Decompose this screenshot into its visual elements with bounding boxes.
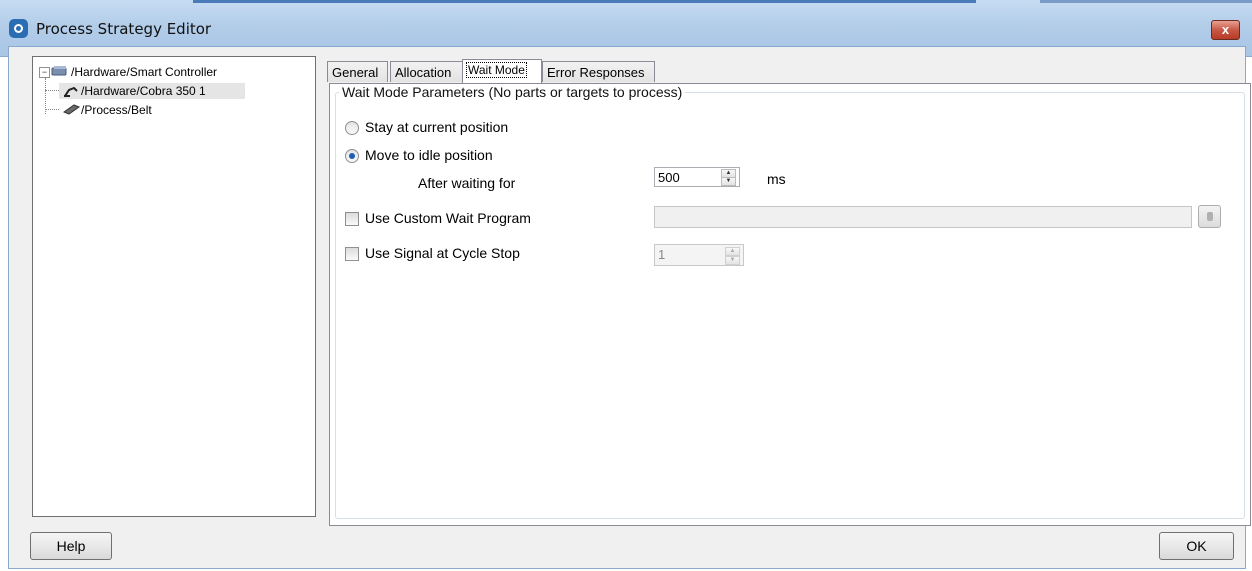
tree-item-cobra[interactable]: /Hardware/Cobra 350 1 — [59, 83, 245, 99]
tree-item-belt[interactable]: /Process/Belt — [59, 102, 245, 118]
custom-wait-program-checkbox[interactable] — [345, 212, 359, 226]
window-title: Process Strategy Editor — [36, 20, 212, 38]
top-strip — [193, 0, 976, 3]
browse-program-button — [1198, 205, 1221, 228]
signal-cycle-stop-label[interactable]: Use Signal at Cycle Stop — [365, 245, 520, 261]
dialog-client: − /Hardware/Smart Controller /Hardware/C… — [8, 46, 1251, 569]
custom-wait-program-label[interactable]: Use Custom Wait Program — [365, 210, 531, 226]
signal-value: 1 — [658, 247, 666, 262]
stepper-arrows: ▲ ▼ — [725, 246, 740, 265]
unit-label: ms — [767, 171, 786, 187]
after-waiting-label: After waiting for — [418, 175, 516, 191]
tab-wait-mode-label: Wait Mode — [466, 62, 527, 78]
wait-mode-panel: Wait Mode Parameters (No parts or target… — [329, 83, 1251, 526]
tree-item-label: /Process/Belt — [81, 103, 152, 117]
move-to-idle-label[interactable]: Move to idle position — [365, 147, 493, 163]
tab-general[interactable]: General — [327, 61, 388, 82]
robot-icon — [64, 86, 78, 97]
wait-mode-groupbox: Wait Mode Parameters (No parts or target… — [335, 84, 1245, 519]
tree-panel[interactable]: − /Hardware/Smart Controller /Hardware/C… — [32, 56, 316, 517]
wait-time-stepper[interactable]: 500 ▲ ▼ — [654, 167, 740, 187]
tree-item-smart-controller[interactable]: − /Hardware/Smart Controller — [36, 64, 296, 80]
help-button[interactable]: Help — [30, 532, 112, 560]
controller-icon — [51, 66, 67, 76]
top-strip-right — [1040, 0, 1252, 3]
app-icon — [9, 19, 28, 38]
group-title: Wait Mode Parameters (No parts or target… — [339, 84, 686, 100]
stay-at-position-label[interactable]: Stay at current position — [365, 119, 508, 135]
ok-button[interactable]: OK — [1159, 532, 1234, 560]
stepper-down-icon[interactable]: ▼ — [721, 177, 736, 186]
move-to-idle-radio[interactable] — [345, 149, 359, 163]
tab-allocation[interactable]: Allocation — [390, 61, 463, 82]
tree-item-label: /Hardware/Cobra 350 1 — [81, 84, 206, 98]
belt-icon — [63, 104, 81, 115]
signal-stepper: 1 ▲ ▼ — [654, 244, 744, 266]
signal-cycle-stop-checkbox[interactable] — [345, 247, 359, 261]
custom-program-field — [654, 206, 1192, 228]
tree-connector — [45, 90, 59, 91]
stay-at-position-radio[interactable] — [345, 121, 359, 135]
collapse-icon[interactable]: − — [39, 67, 50, 78]
stepper-up-icon: ▲ — [725, 247, 740, 256]
wait-time-value: 500 — [658, 170, 680, 185]
tree-item-label: /Hardware/Smart Controller — [71, 65, 218, 79]
stepper-down-icon: ▼ — [725, 256, 740, 265]
stepper-arrows[interactable]: ▲ ▼ — [721, 169, 736, 186]
tree-connector — [45, 109, 59, 110]
close-button[interactable]: x — [1211, 20, 1240, 40]
tab-wait-mode[interactable]: Wait Mode — [462, 59, 542, 83]
tab-error-responses[interactable]: Error Responses — [542, 61, 655, 82]
